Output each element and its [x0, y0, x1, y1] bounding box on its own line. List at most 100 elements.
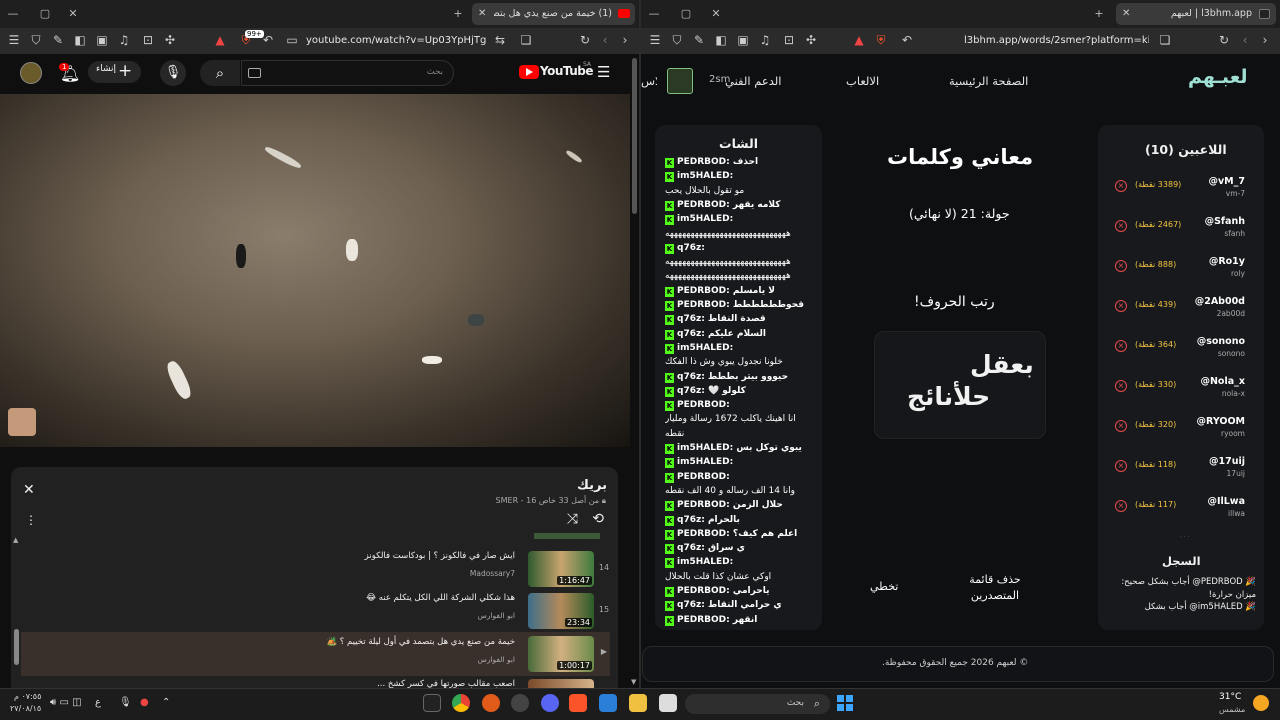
- remove-player-icon[interactable]: ×: [1115, 180, 1127, 192]
- chat-username[interactable]: PEDRBOD:: [677, 500, 730, 510]
- clock-time[interactable]: ٠٧:٥٥ م: [14, 692, 41, 701]
- item-channel[interactable]: ابو الفوارس: [478, 611, 515, 620]
- list-item[interactable]: اصعب مقالب صورتها في كسر كشخ ...: [21, 677, 610, 688]
- chat-username[interactable]: q76z:: [677, 314, 705, 324]
- menu-icon[interactable]: ☰: [6, 32, 22, 48]
- new-tab-button[interactable]: +: [1090, 5, 1108, 23]
- app-icon[interactable]: [482, 694, 500, 712]
- tray-icons[interactable]: 🔊︎ ▭ ◫: [50, 697, 82, 708]
- current-list-item[interactable]: ▶ 1:00:17 خيمة من صنع يدي هل بتصمد في أو…: [21, 632, 610, 676]
- site-logo[interactable]: لعبـهم: [1188, 66, 1248, 88]
- sidebar-icon[interactable]: ◧: [72, 32, 88, 48]
- chat-username[interactable]: q76z:: [677, 543, 705, 553]
- brave-icon[interactable]: [569, 694, 587, 712]
- reload-icon[interactable]: ↻: [1216, 32, 1232, 48]
- mic-icon[interactable]: 🎙︎: [119, 697, 132, 708]
- back-history-icon[interactable]: ↶: [260, 32, 276, 48]
- extension-icon[interactable]: ✎: [691, 32, 707, 48]
- screenshot-icon[interactable]: ⊡: [781, 32, 797, 48]
- chat-username[interactable]: q76z:: [677, 386, 705, 396]
- loop-icon[interactable]: ⟲: [592, 511, 604, 527]
- app-tray-icon[interactable]: ●: [140, 697, 149, 708]
- start-icon[interactable]: [837, 695, 853, 711]
- skip-button[interactable]: تخطي: [870, 580, 898, 593]
- store-icon[interactable]: [599, 694, 617, 712]
- address-bar[interactable]: l3bhm.app/words/2smer?platform=kick: [964, 31, 1149, 51]
- back-icon[interactable]: ‹: [1237, 32, 1253, 48]
- scroll-up-icon[interactable]: ▲: [13, 536, 18, 544]
- chat-username[interactable]: q76z:: [677, 372, 705, 382]
- chat-username[interactable]: im5HALED:: [677, 557, 733, 567]
- chat-username[interactable]: PEDRBOD:: [677, 200, 730, 210]
- back-icon[interactable]: ‹: [597, 32, 613, 48]
- nav-support[interactable]: الدعم الفني: [725, 74, 781, 88]
- close-window-button[interactable]: ✕: [64, 5, 82, 23]
- music-icon[interactable]: ♫: [757, 32, 773, 48]
- file-explorer-icon[interactable]: [629, 694, 647, 712]
- chat-username[interactable]: im5HALED:: [677, 343, 733, 353]
- item-channel[interactable]: Madossary7: [470, 569, 515, 578]
- nav-games[interactable]: الالعاب: [846, 74, 879, 88]
- scroll-down-icon[interactable]: ▼: [631, 678, 636, 686]
- back-history-icon[interactable]: ↶: [899, 32, 915, 48]
- minimize-button[interactable]: —: [4, 5, 22, 23]
- video-thumbnail[interactable]: 1:16:47: [528, 551, 594, 587]
- minimize-button[interactable]: —: [645, 5, 663, 23]
- chat-username[interactable]: PEDRBOD:: [677, 529, 730, 539]
- video-thumbnail[interactable]: 1:00:17: [528, 636, 594, 672]
- remove-player-icon[interactable]: ×: [1115, 260, 1127, 272]
- close-playlist-icon[interactable]: ✕: [23, 482, 35, 498]
- task-view-icon[interactable]: [659, 694, 677, 712]
- forward-icon[interactable]: ›: [1257, 32, 1273, 48]
- bookmark-icon[interactable]: ❏: [518, 32, 534, 48]
- chat-username[interactable]: im5HALED:: [677, 214, 733, 224]
- channel-watermark[interactable]: [8, 408, 36, 436]
- video-thumbnail[interactable]: 23:34: [528, 593, 594, 629]
- shield-icon[interactable]: ⛉: [669, 32, 685, 48]
- previous-thumb[interactable]: [534, 533, 600, 539]
- chat-username[interactable]: PEDRBOD:: [677, 586, 730, 596]
- item-title[interactable]: اصعب مقالب صورتها في كسر كشخ ...: [377, 679, 515, 688]
- search-button[interactable]: ⌕: [200, 60, 240, 86]
- weather-sun-icon[interactable]: [1253, 695, 1269, 711]
- shuffle-icon[interactable]: ⤨: [567, 511, 578, 527]
- chat-username[interactable]: im5HALED:: [677, 443, 733, 453]
- remove-player-icon[interactable]: ×: [1115, 420, 1127, 432]
- remove-player-icon[interactable]: ×: [1115, 380, 1127, 392]
- taskbar-search[interactable]: ⌕ بحث: [685, 694, 830, 714]
- item-title[interactable]: خيمة من صنع يدي هل بتصمد في أول ليلة تخي…: [327, 637, 515, 647]
- chat-username[interactable]: PEDRBOD:: [677, 615, 730, 625]
- chat-username[interactable]: PEDRBOD:: [677, 286, 730, 296]
- voice-search-icon[interactable]: 🎙︎: [160, 60, 186, 86]
- playlist-scrollbar[interactable]: [14, 629, 19, 665]
- app-icon[interactable]: [511, 694, 529, 712]
- reader-icon[interactable]: ▣: [94, 32, 110, 48]
- bookmark-icon[interactable]: ❏: [1157, 32, 1173, 48]
- nav-home[interactable]: الصفحة الرئيسية: [949, 74, 1028, 88]
- reload-icon[interactable]: ↻: [577, 32, 593, 48]
- create-button[interactable]: إنشاء +: [88, 61, 141, 83]
- extension-icon[interactable]: ✎: [50, 32, 66, 48]
- tab-youtube[interactable]: ✕ (1) خيمة من صنع يدي هل بتصمـ...: [472, 3, 635, 25]
- close-tab-icon[interactable]: ✕: [1122, 3, 1130, 25]
- maximize-button[interactable]: ▢: [36, 5, 54, 23]
- user-avatar[interactable]: [667, 68, 693, 94]
- chat-username[interactable]: im5HALED:: [677, 171, 733, 181]
- weather-temp[interactable]: 31°C: [1219, 692, 1241, 702]
- forward-icon[interactable]: ›: [617, 32, 633, 48]
- avatar[interactable]: [20, 62, 42, 84]
- language-indicator[interactable]: ع: [95, 697, 101, 708]
- item-title[interactable]: هذا شكلي الشركة اللي الكل يتكلم عنه 😂: [366, 593, 515, 603]
- youtube-logo-icon[interactable]: [519, 65, 539, 79]
- list-item[interactable]: 15 23:34 هذا شكلي الشركة اللي الكل يتكلم…: [21, 591, 610, 631]
- remove-player-icon[interactable]: ×: [1115, 500, 1127, 512]
- more-options-icon[interactable]: ⋮: [25, 513, 37, 527]
- new-tab-button[interactable]: +: [449, 5, 467, 23]
- chat-username[interactable]: PEDRBOD:: [677, 400, 730, 410]
- tab-l3bhm[interactable]: ✕ لعبهم | l3bhm.app: [1116, 3, 1276, 25]
- clear-leaderboard-button[interactable]: حذف قائمة المتصدرين: [962, 572, 1028, 604]
- close-window-button[interactable]: ✕: [707, 5, 725, 23]
- sidebar-icon[interactable]: ◧: [713, 32, 729, 48]
- remove-player-icon[interactable]: ×: [1115, 220, 1127, 232]
- discord-icon[interactable]: [541, 694, 559, 712]
